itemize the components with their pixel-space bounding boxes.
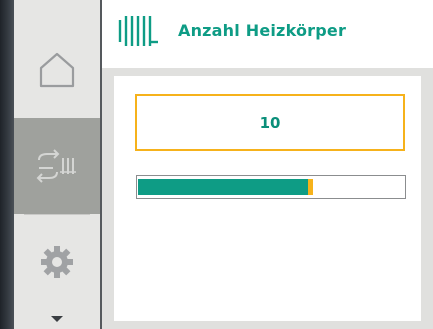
page-title: Anzahl Heizkörper [178, 21, 347, 40]
header: Anzahl Heizkörper [102, 0, 433, 68]
value-range-fill [138, 179, 308, 195]
gear-icon [41, 246, 73, 278]
mode-cycle-icon [36, 149, 76, 183]
radiator-count-value: 10 [259, 113, 281, 132]
sidebar-item-home[interactable] [14, 22, 100, 118]
value-range-marker [308, 179, 313, 195]
value-range-bar [136, 175, 406, 199]
sidebar-item-settings[interactable] [14, 214, 100, 310]
value-editor-panel: 10 [114, 76, 421, 321]
home-icon [39, 52, 75, 88]
sidebar-scroll-down[interactable] [14, 308, 100, 329]
content-area: 10 [102, 68, 433, 329]
radiator-icon [118, 16, 158, 46]
sidebar [14, 0, 102, 329]
radiator-count-input[interactable]: 10 [135, 94, 405, 151]
sidebar-item-operating-mode[interactable] [14, 118, 100, 214]
triangle-down-icon [51, 315, 63, 322]
device-bezel [0, 0, 14, 329]
